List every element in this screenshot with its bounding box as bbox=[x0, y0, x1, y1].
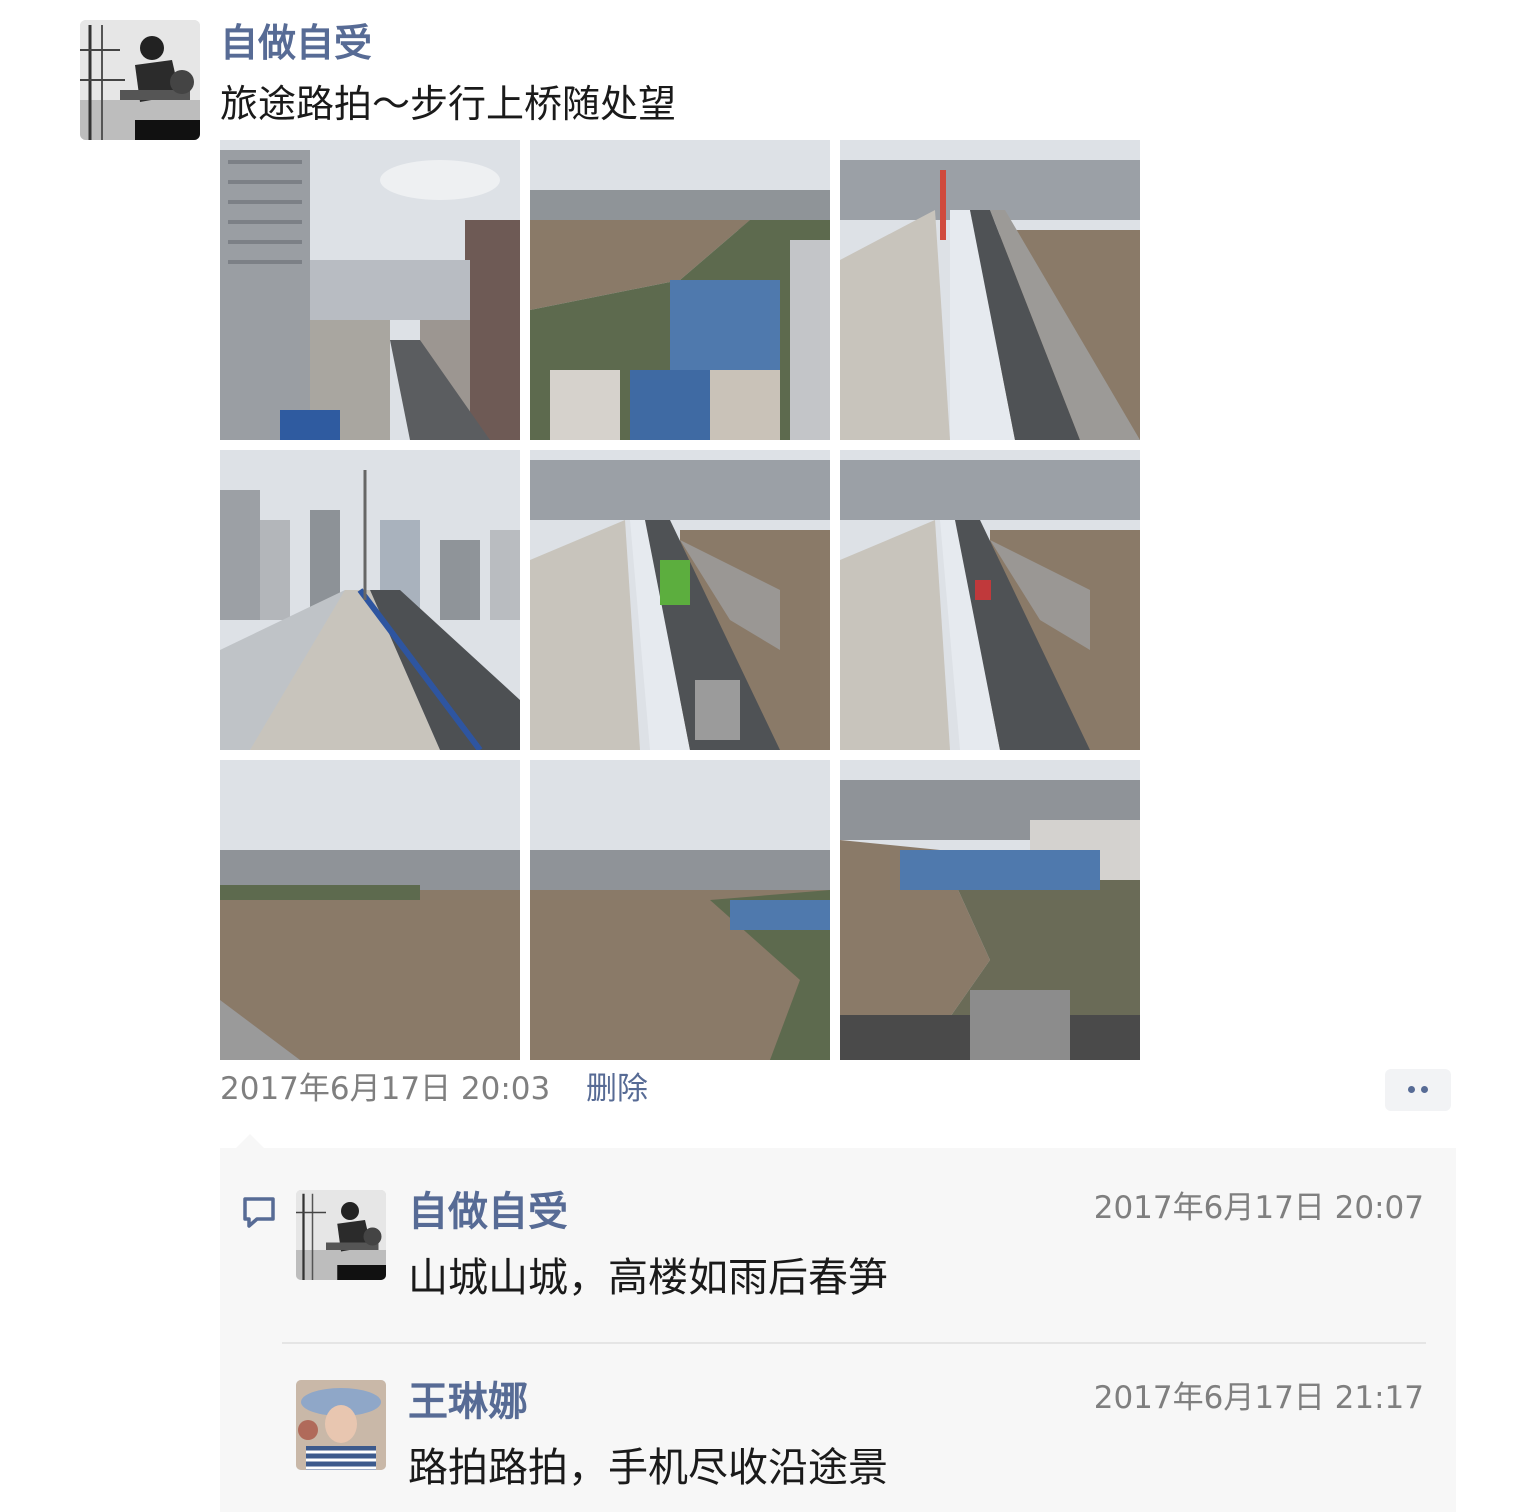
comment-author-name[interactable]: 王琳娜 bbox=[408, 1376, 528, 1428]
more-dot bbox=[1408, 1086, 1415, 1093]
delete-post-link[interactable]: 删除 bbox=[586, 1066, 648, 1112]
post-timestamp: 2017年6月17日 20:03 bbox=[220, 1071, 551, 1107]
comment-text[interactable]: 路拍路拍，手机尽收沿途景 bbox=[408, 1440, 888, 1496]
photo-grid bbox=[220, 140, 1140, 1060]
comment-divider bbox=[282, 1342, 1426, 1344]
photo-7[interactable] bbox=[220, 760, 520, 1060]
photo-8[interactable] bbox=[530, 760, 830, 1060]
comments-pointer bbox=[236, 1134, 264, 1148]
post-author-name[interactable]: 自做自受 bbox=[220, 18, 372, 68]
photo-6[interactable] bbox=[840, 450, 1140, 750]
photo-3[interactable] bbox=[840, 140, 1140, 440]
photo-2[interactable] bbox=[530, 140, 830, 440]
comment-author-name[interactable]: 自做自受 bbox=[408, 1186, 568, 1238]
author-avatar-image bbox=[80, 20, 200, 140]
moments-post: 自做自受 旅途路拍～步行上桥随处望 2017年6月17日 20:03 删除 自做… bbox=[0, 0, 1536, 1512]
comment-time: 2017年6月17日 21:17 bbox=[1093, 1380, 1424, 1416]
comment-text[interactable]: 山城山城，高楼如雨后春笋 bbox=[408, 1250, 888, 1306]
photo-1[interactable] bbox=[220, 140, 520, 440]
comment-avatar[interactable] bbox=[296, 1190, 386, 1280]
more-dot bbox=[1421, 1086, 1428, 1093]
photo-4[interactable] bbox=[220, 450, 520, 750]
comment-avatar-image bbox=[296, 1380, 386, 1470]
comment-avatar[interactable] bbox=[296, 1380, 386, 1470]
post-text: 旅途路拍～步行上桥随处望 bbox=[220, 82, 677, 126]
comment-time: 2017年6月17日 20:07 bbox=[1093, 1190, 1424, 1226]
photo-5[interactable] bbox=[530, 450, 830, 750]
more-dots-icon[interactable] bbox=[1385, 1069, 1451, 1111]
photo-9[interactable] bbox=[840, 760, 1140, 1060]
comment-bubble-icon bbox=[243, 1197, 275, 1228]
author-avatar[interactable] bbox=[80, 20, 200, 140]
comment-avatar-image bbox=[296, 1190, 386, 1280]
